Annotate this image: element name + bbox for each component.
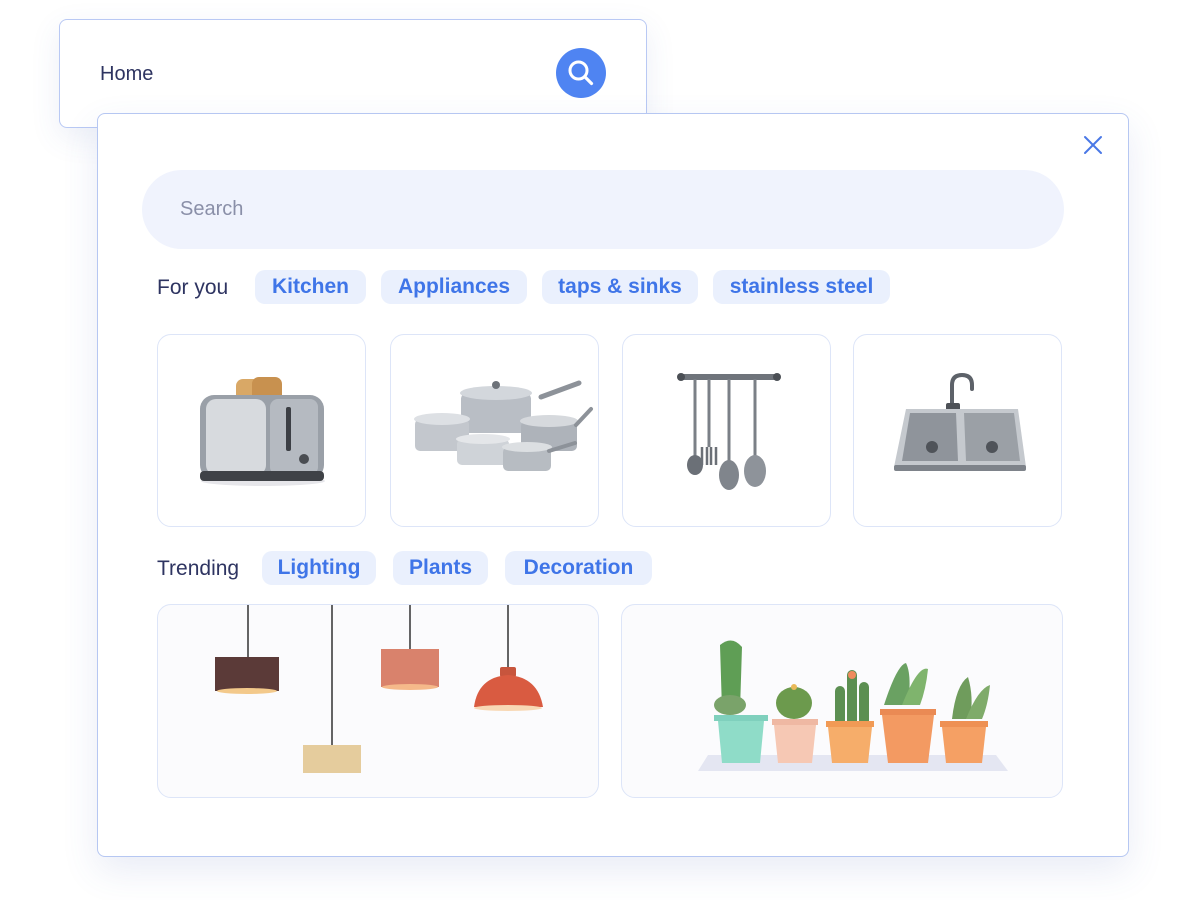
- product-card-utensils[interactable]: [622, 334, 831, 527]
- for-you-label: For you: [157, 276, 229, 299]
- chip-appliances[interactable]: Appliances: [381, 270, 527, 304]
- product-card-toaster[interactable]: [157, 334, 366, 527]
- chip-stainless-steel[interactable]: stainless steel: [713, 270, 890, 304]
- utensils-image: [677, 373, 781, 490]
- search-button[interactable]: [556, 48, 606, 98]
- chip-decoration[interactable]: Decoration: [505, 551, 652, 585]
- chip-taps-sinks[interactable]: taps & sinks: [542, 270, 698, 304]
- close-button[interactable]: [1081, 133, 1105, 157]
- chip-kitchen[interactable]: Kitchen: [255, 270, 366, 304]
- chip-lighting[interactable]: Lighting: [262, 551, 376, 585]
- chip-plants[interactable]: Plants: [393, 551, 488, 585]
- home-label: Home: [100, 63, 154, 85]
- potted-cacti-image: [698, 640, 1008, 771]
- cookware-image: [414, 380, 593, 471]
- trending-card-plants[interactable]: [621, 604, 1063, 798]
- search-field: [142, 170, 1064, 249]
- trending-card-lighting[interactable]: [157, 604, 599, 798]
- pendant-lights-image: [215, 605, 543, 773]
- product-card-cookware[interactable]: [390, 334, 599, 527]
- search-input[interactable]: [142, 170, 1064, 249]
- sink-image: [894, 372, 1026, 471]
- close-icon: [1084, 136, 1102, 154]
- search-icon: [568, 60, 594, 86]
- home-search-bar: Home: [59, 19, 647, 128]
- search-panel: For you Kitchen Appliances taps & sinks …: [97, 113, 1129, 857]
- toaster-image: [200, 377, 325, 486]
- product-card-sink[interactable]: [853, 334, 1062, 527]
- trending-label: Trending: [157, 557, 240, 580]
